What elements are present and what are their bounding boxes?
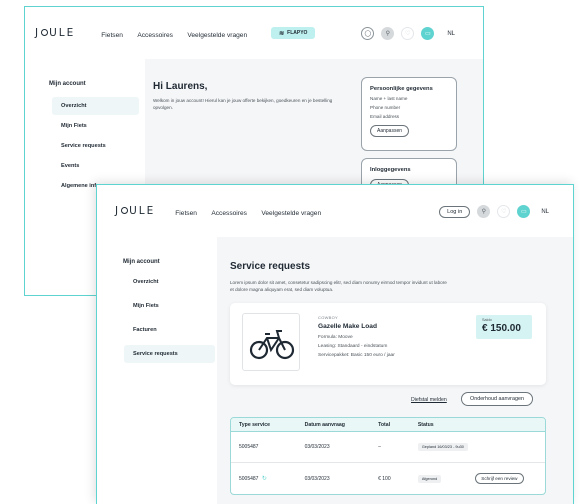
flapyo-label: FLAPYO: [287, 30, 308, 36]
heart-icon[interactable]: ♡: [401, 27, 415, 40]
balance-label: Saldo: [482, 318, 492, 322]
cart-icon[interactable]: ▭: [421, 27, 435, 40]
header: J ULE Fietsen Accessoires Veelgestelde vr…: [25, 7, 483, 59]
sidebar-item-mijn-fiets[interactable]: Mijn Fiets: [52, 117, 139, 135]
nav-fietsen[interactable]: Fietsen: [175, 210, 197, 217]
flapyo-badge[interactable]: ≋ FLAPYO: [271, 27, 316, 39]
status-badge: Afgerond: [417, 474, 442, 483]
bike-icon: [249, 330, 295, 360]
bike-leasing: Leasing: Standaard - eindstatum: [318, 344, 388, 349]
header: J ULE Fietsen Accessoires Veelgestelde vr…: [97, 185, 573, 237]
sidebar-item-events[interactable]: Events: [52, 157, 139, 175]
sidebar-item-facturen[interactable]: Facturen: [124, 321, 215, 339]
row-status: Gepland 16/03/23 - 9u30: [417, 443, 545, 451]
write-review-button[interactable]: Schrijf een review: [475, 473, 524, 484]
sidebar-item-service-requests[interactable]: Service requests: [52, 137, 139, 155]
name-line: Name + last name: [370, 96, 408, 101]
col-date: Datum aanvraag: [304, 421, 345, 428]
row-date: 03/03/2023: [304, 475, 330, 482]
page-description: Lorem ipsum dolor sit amet, consetetur s…: [230, 280, 447, 292]
sidebar-title: Mijn account: [123, 259, 160, 265]
bike-icon[interactable]: ⚲: [477, 205, 491, 218]
sidebar-item-overzicht[interactable]: Overzicht: [124, 273, 215, 291]
balance-value: € 150.00: [482, 323, 521, 334]
sidebar: Mijn account Overzicht Mijn Fiets Factur…: [123, 259, 215, 363]
logo-rest: ULE: [49, 27, 76, 39]
bike-service-package: Servicepakket: Basic 150 euro / jaar: [318, 353, 395, 358]
row-total: € 100: [378, 475, 391, 482]
sidebar-item-mijn-fiets[interactable]: Mijn Fiets: [124, 297, 215, 315]
nav-accessoires[interactable]: Accessoires: [137, 32, 173, 39]
request-maintenance-button[interactable]: Onderhoud aanvragen: [461, 392, 533, 406]
logo-letter: J: [35, 27, 41, 39]
bike-name: Gazelle Make Load: [318, 323, 377, 330]
sidebar-item-service-requests[interactable]: Service requests: [124, 345, 215, 363]
col-type-service: Type service: [239, 421, 271, 428]
balance-box: Saldo € 150.00: [476, 315, 532, 339]
bike-image: [242, 313, 300, 371]
sidebar: Mijn account Overzicht Mijn Fiets Servic…: [49, 81, 139, 195]
cart-icon[interactable]: ▭: [517, 205, 531, 218]
nav-faq[interactable]: Veelgestelde vragen: [187, 32, 247, 39]
bike-card: COWBOY Gazelle Make Load Formula: Moove …: [230, 303, 546, 385]
joule-logo[interactable]: J ULE: [115, 205, 155, 217]
service-requests-screen: J ULE Fietsen Accessoires Veelgestelde vr…: [96, 184, 574, 504]
bike-icon[interactable]: ⚲: [381, 27, 395, 40]
status-badge: Gepland 16/03/23 - 9u30: [417, 443, 468, 451]
row-type: 5005487 ↻: [231, 475, 305, 482]
sidebar-item-overzicht[interactable]: Overzicht: [52, 97, 139, 115]
login-details-title: Inloggegevens: [370, 167, 411, 173]
user-icon[interactable]: ◯: [361, 27, 375, 40]
greeting-text: Welkom in jouw account! Hierul kan je jo…: [153, 98, 333, 110]
table-row[interactable]: 5005487 ↻ 03/03/2023 € 100 Afgerond Schr…: [231, 463, 545, 494]
nav-fietsen[interactable]: Fietsen: [101, 32, 123, 39]
sidebar-title: Mijn account: [49, 81, 86, 87]
row-status: Afgerond Schrijf een review: [417, 473, 545, 484]
row-total: –: [378, 444, 381, 450]
row-type-value: 5005487: [239, 476, 259, 482]
personal-details-title: Persoonlijke gegevens: [370, 86, 433, 92]
heart-icon[interactable]: ♡: [497, 205, 511, 218]
main-nav: Fietsen Accessoires Veelgestelde vragen: [101, 24, 257, 42]
wifi-icon: ≋: [279, 30, 285, 37]
main-nav: Fietsen Accessoires Veelgestelde vragen: [175, 202, 331, 220]
email-line: Email address: [370, 114, 400, 119]
joule-logo[interactable]: J ULE: [35, 27, 75, 39]
logo-rest: ULE: [129, 205, 156, 217]
bike-formula: Formula: Moove: [318, 335, 353, 340]
language-switch[interactable]: NL: [447, 31, 455, 37]
repeat-icon[interactable]: ↻: [262, 476, 267, 482]
page-title: Service requests: [230, 261, 311, 272]
personal-details-card: Persoonlijke gegevens Name + last name P…: [361, 77, 457, 151]
table-row[interactable]: 5005487 03/03/2023 – Gepland 16/03/23 - …: [231, 432, 545, 463]
row-type: 5005487: [239, 444, 259, 450]
col-status: Status: [417, 421, 434, 428]
service-requests-table: Type service Datum aanvraag Total Status…: [230, 417, 546, 495]
nav-accessoires[interactable]: Accessoires: [211, 210, 247, 217]
bike-brand: COWBOY: [318, 315, 339, 320]
logo-letter: J: [115, 205, 121, 217]
login-button[interactable]: Log in: [439, 205, 471, 218]
phone-line: Phone number: [370, 105, 401, 110]
nav-faq[interactable]: Veelgestelde vragen: [261, 210, 321, 217]
greeting-title: Hi Laurens,: [153, 81, 208, 92]
language-switch[interactable]: NL: [541, 209, 549, 215]
col-total: Total: [378, 421, 391, 428]
table-header: Type service Datum aanvraag Total Status: [231, 418, 545, 432]
report-theft-link[interactable]: Diefstal melden: [411, 397, 447, 403]
edit-personal-button[interactable]: Aanpassen: [370, 125, 410, 137]
row-date: 03/03/2023: [304, 444, 330, 450]
logo-o-icon: [41, 29, 49, 36]
logo-o-icon: [121, 207, 129, 214]
